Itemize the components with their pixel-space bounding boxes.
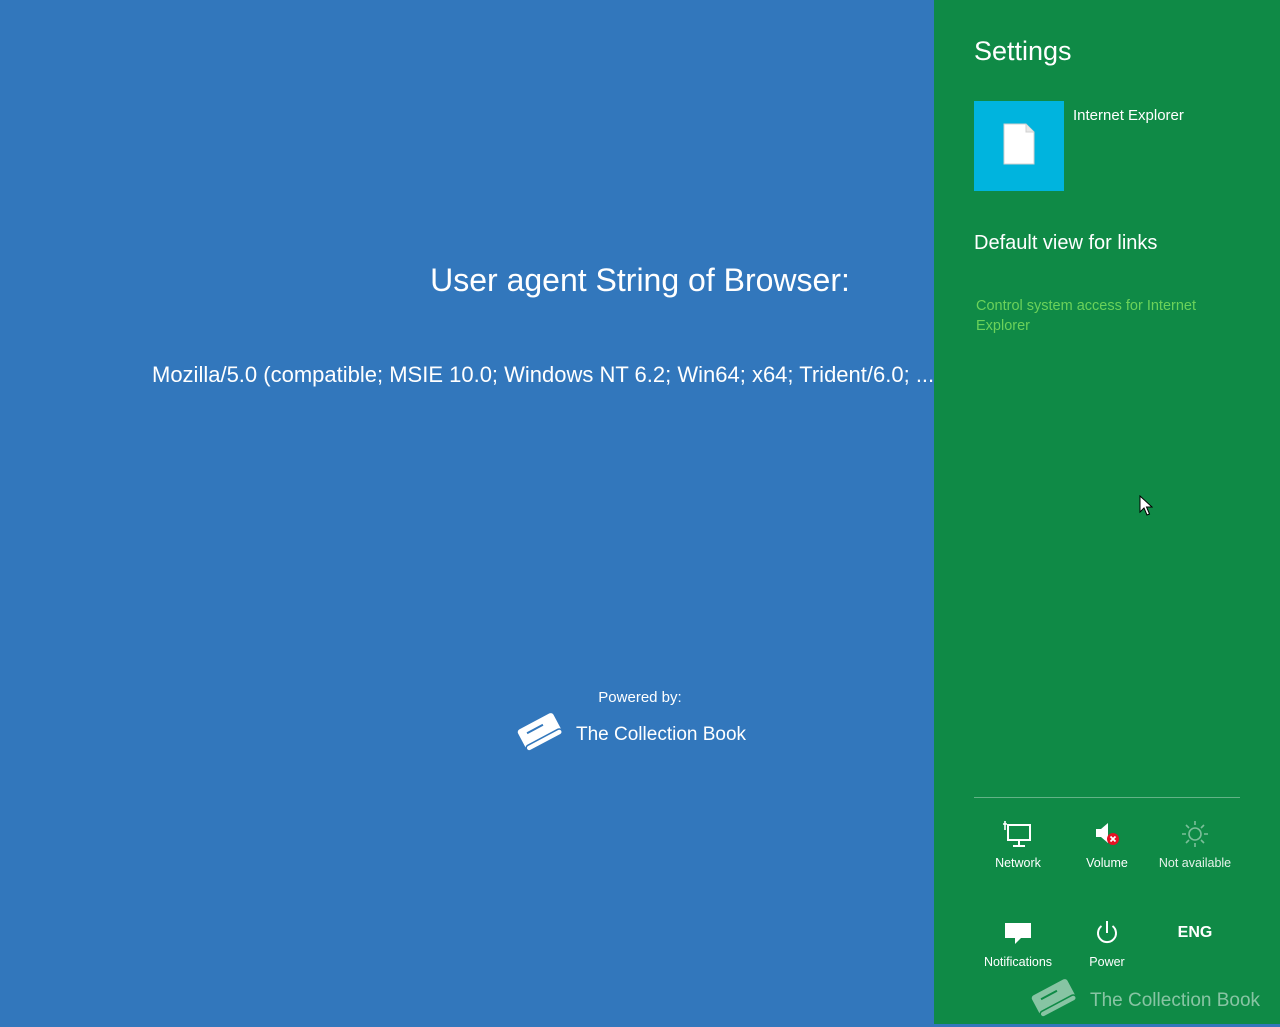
notifications-button[interactable]: Notifications: [973, 913, 1063, 969]
brand-logo-link[interactable]: The Collection Book: [514, 708, 746, 761]
watermark-text: The Collection Book: [1090, 989, 1261, 1011]
power-button[interactable]: Power: [1062, 913, 1152, 969]
brand-name: The Collection Book: [576, 723, 747, 745]
app-tile: [974, 101, 1064, 191]
volume-button[interactable]: Volume: [1062, 814, 1152, 870]
keyboard-language-indicator: ENG: [1150, 913, 1240, 953]
system-access-link[interactable]: Control system access for Internet Explo…: [976, 296, 1226, 336]
volume-muted-icon: [1062, 814, 1152, 854]
network-button[interactable]: Network: [973, 814, 1063, 870]
book-icon: [1028, 974, 1080, 1027]
book-icon: [514, 708, 566, 761]
network-label: Network: [995, 856, 1041, 870]
network-icon: [973, 814, 1063, 854]
keyboard-language-button[interactable]: ENG: [1150, 913, 1240, 953]
app-name: Internet Explorer: [1073, 107, 1184, 124]
browser-page: User agent String of Browser: Mozilla/5.…: [0, 0, 934, 1024]
power-icon: [1062, 913, 1152, 953]
default-view-link[interactable]: Default view for links: [974, 232, 1157, 255]
power-label: Power: [1089, 955, 1125, 969]
mouse-cursor-icon: [1139, 494, 1154, 522]
powered-by-label: Powered by:: [598, 689, 682, 706]
divider: [974, 797, 1240, 798]
volume-label: Volume: [1086, 856, 1128, 870]
notifications-icon: [973, 913, 1063, 953]
keyboard-language-label: ENG: [1177, 924, 1213, 941]
brightness-icon: [1150, 814, 1240, 854]
charm-title: Settings: [974, 36, 1072, 66]
brightness-label: Not available: [1158, 856, 1232, 870]
notifications-label: Notifications: [983, 955, 1053, 969]
user-agent-string: Mozilla/5.0 (compatible; MSIE 10.0; Wind…: [152, 362, 934, 387]
settings-charm-panel: Settings Internet Explorer Default view …: [934, 0, 1280, 1024]
document-icon: [1002, 122, 1036, 171]
watermark: The Collection Book: [1028, 974, 1260, 1027]
brightness-button: Not available: [1150, 814, 1240, 870]
page-title: User agent String of Browser:: [430, 262, 850, 298]
